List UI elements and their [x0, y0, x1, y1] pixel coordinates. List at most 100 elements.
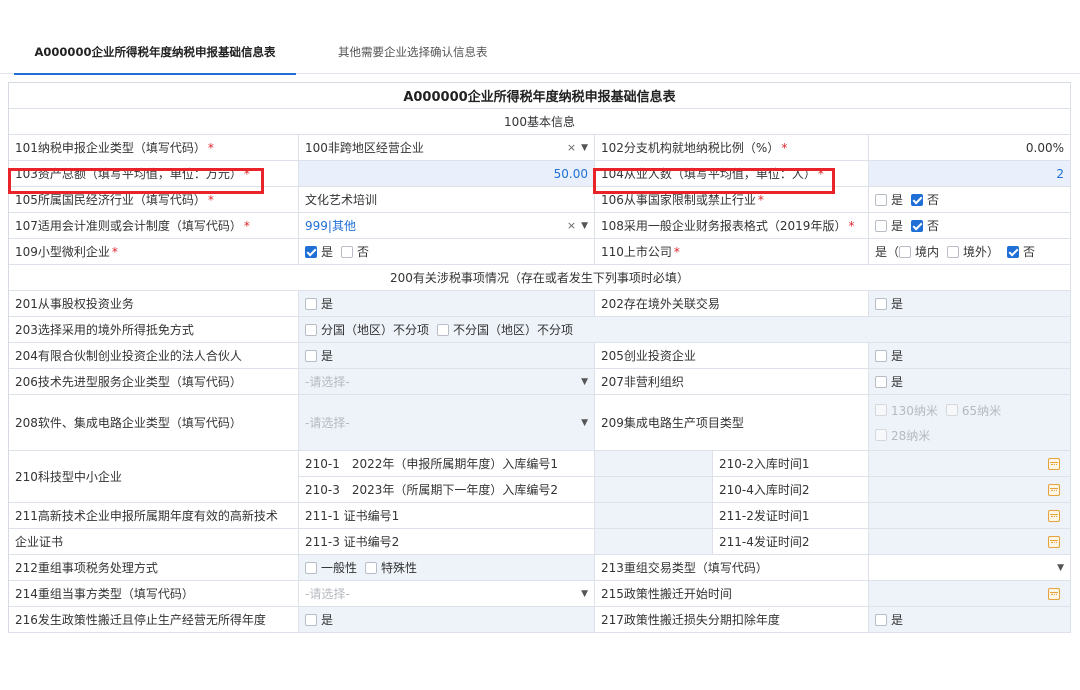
checkbox-checked-icon[interactable]	[1007, 245, 1020, 258]
checkbox-unchecked-icon[interactable]	[875, 349, 887, 362]
ic-65nm-option[interactable]: 65纳米	[945, 402, 1001, 419]
restructure-type-select[interactable]: ▼	[869, 555, 1071, 580]
tab-other-info[interactable]: 其他需要企业选择确认信息表	[338, 30, 488, 74]
hitech-cert-no1-input[interactable]	[595, 503, 713, 528]
hitech-cert-no2-label: 211-3 证书编号2	[299, 529, 595, 554]
checkbox-disabled-icon[interactable]	[875, 429, 887, 441]
table-row: 201从事股权投资业务 是 202存在境外关联交易 是	[9, 291, 1071, 317]
restricted-no-option[interactable]: 否	[911, 191, 939, 208]
listed-no-option[interactable]: 否	[1007, 243, 1035, 260]
report-format-no-option[interactable]: 否	[911, 217, 939, 234]
hitech-cert-no2-input[interactable]	[595, 529, 713, 554]
checkbox-checked-icon[interactable]	[305, 245, 317, 258]
label-106: 106从事国家限制或禁止行业 *	[595, 187, 869, 212]
calendar-icon[interactable]	[1048, 457, 1060, 470]
section-header-100: 100基本信息	[9, 109, 1071, 135]
overseas-related-yes-option[interactable]: 是	[875, 295, 903, 312]
checkbox-unchecked-icon[interactable]	[365, 561, 378, 574]
calendar-icon[interactable]	[1048, 535, 1060, 548]
label-202: 202存在境外关联交易	[595, 291, 869, 316]
ic-28nm-option[interactable]: 28纳米	[875, 427, 930, 444]
checkbox-unchecked-icon[interactable]	[305, 323, 317, 336]
checkbox-unchecked-icon[interactable]	[947, 245, 960, 258]
relocation-no-income-options: 是	[299, 607, 595, 632]
tech-sme-date1-input[interactable]	[869, 451, 1071, 476]
table-row: 企业证书 211-3 证书编号2 211-4发证时间2	[9, 529, 1071, 555]
non-profit-yes-option[interactable]: 是	[875, 373, 903, 390]
calendar-icon[interactable]	[1048, 509, 1060, 522]
small-micro-yes-option[interactable]: 是	[305, 243, 333, 260]
table-title-row: A000000企业所得税年度纳税申报基础信息表	[9, 83, 1071, 109]
label-207: 207非营利组织	[595, 369, 869, 394]
relocation-no-income-yes-option[interactable]: 是	[305, 611, 333, 628]
checkbox-unchecked-icon[interactable]	[305, 297, 317, 310]
label-103: 103资产总额（填写平均值，单位：万元） *	[9, 161, 299, 186]
checkbox-unchecked-icon[interactable]	[341, 245, 354, 258]
checkbox-unchecked-icon[interactable]	[305, 349, 317, 362]
basic-info-form: A000000企业所得税年度纳税申报基础信息表 100基本信息 101纳税申报企…	[8, 82, 1071, 633]
checkbox-checked-icon[interactable]	[911, 193, 924, 206]
tech-sme-date2-label: 210-4入库时间2	[713, 477, 869, 502]
restructure-general-option[interactable]: 一般性	[305, 559, 357, 576]
tech-sme-no2-input[interactable]	[595, 477, 713, 502]
checkbox-unchecked-icon[interactable]	[899, 245, 912, 258]
caret-down-icon[interactable]: ▼	[581, 143, 588, 153]
label-110: 110上市公司 *	[595, 239, 869, 264]
advanced-tech-service-select[interactable]: -请选择- ▼	[299, 369, 595, 394]
caret-down-icon[interactable]: ▼	[581, 221, 588, 231]
accounting-standard-select[interactable]: 999|其他 × ▼	[299, 213, 595, 238]
limited-partner-yes-option[interactable]: 是	[305, 347, 333, 364]
checkbox-disabled-icon[interactable]	[875, 404, 887, 416]
checkbox-unchecked-icon[interactable]	[305, 561, 317, 574]
restricted-yes-option[interactable]: 是	[875, 191, 903, 208]
checkbox-checked-icon[interactable]	[911, 219, 924, 232]
calendar-icon[interactable]	[1048, 587, 1060, 600]
caret-down-icon[interactable]: ▼	[581, 377, 588, 387]
employee-count-input[interactable]: 2	[869, 161, 1071, 186]
select-placeholder: -请选择-	[305, 416, 350, 430]
tech-sme-no1-input[interactable]	[595, 451, 713, 476]
listed-overseas-option[interactable]: 境外）	[947, 243, 999, 260]
caret-down-icon[interactable]: ▼	[1057, 563, 1064, 573]
relocation-start-date-input[interactable]	[869, 581, 1071, 606]
credit-method-not-by-country-option[interactable]: 不分国（地区）不分项	[437, 321, 573, 338]
section-title-100: 100基本信息	[9, 109, 1071, 134]
checkbox-unchecked-icon[interactable]	[875, 219, 887, 232]
tab-bar: A000000企业所得税年度纳税申报基础信息表 其他需要企业选择确认信息表	[0, 30, 1080, 75]
checkbox-unchecked-icon[interactable]	[437, 323, 450, 336]
restructure-special-option[interactable]: 特殊性	[365, 559, 417, 576]
checkbox-unchecked-icon[interactable]	[305, 613, 317, 626]
total-assets-input[interactable]: 50.00	[299, 161, 595, 186]
relocation-loss-yes-option[interactable]: 是	[875, 611, 903, 628]
checkbox-unchecked-icon[interactable]	[875, 613, 887, 626]
hitech-cert-date2-input[interactable]	[869, 529, 1071, 554]
label-214: 214重组当事方类型（填写代码）	[9, 581, 299, 606]
enterprise-type-select[interactable]: 100非跨地区经营企业 × ▼	[299, 135, 595, 160]
checkbox-unchecked-icon[interactable]	[875, 297, 887, 310]
hitech-cert-date1-input[interactable]	[869, 503, 1071, 528]
calendar-icon[interactable]	[1048, 483, 1060, 496]
label-208: 208软件、集成电路企业类型（填写代码）	[9, 395, 299, 450]
report-format-yes-option[interactable]: 是	[875, 217, 903, 234]
caret-down-icon[interactable]: ▼	[581, 589, 588, 599]
small-micro-no-option[interactable]: 否	[341, 243, 369, 260]
caret-down-icon[interactable]: ▼	[581, 418, 588, 428]
clear-icon[interactable]: ×	[567, 219, 576, 232]
tech-sme-date2-input[interactable]	[869, 477, 1071, 502]
restructure-party-select[interactable]: -请选择- ▼	[299, 581, 595, 606]
listed-domestic-option[interactable]: 境内	[899, 243, 939, 260]
label-217: 217政策性搬迁损失分期扣除年度	[595, 607, 869, 632]
tech-sme-date1-label: 210-2入库时间1	[713, 451, 869, 476]
overseas-related-options: 是	[869, 291, 1071, 316]
venture-capital-yes-option[interactable]: 是	[875, 347, 903, 364]
ic-130nm-option[interactable]: 130纳米	[875, 402, 938, 419]
software-ic-type-select[interactable]: -请选择- ▼	[299, 395, 595, 450]
clear-icon[interactable]: ×	[567, 141, 576, 154]
checkbox-unchecked-icon[interactable]	[875, 375, 887, 388]
credit-method-by-country-option[interactable]: 分国（地区）不分项	[305, 321, 429, 338]
tab-basic-info[interactable]: A000000企业所得税年度纳税申报基础信息表	[14, 30, 296, 75]
enterprise-type-value: 100非跨地区经营企业	[305, 141, 424, 155]
checkbox-unchecked-icon[interactable]	[875, 193, 887, 206]
checkbox-disabled-icon[interactable]	[945, 404, 958, 416]
equity-investment-yes-option[interactable]: 是	[305, 295, 333, 312]
